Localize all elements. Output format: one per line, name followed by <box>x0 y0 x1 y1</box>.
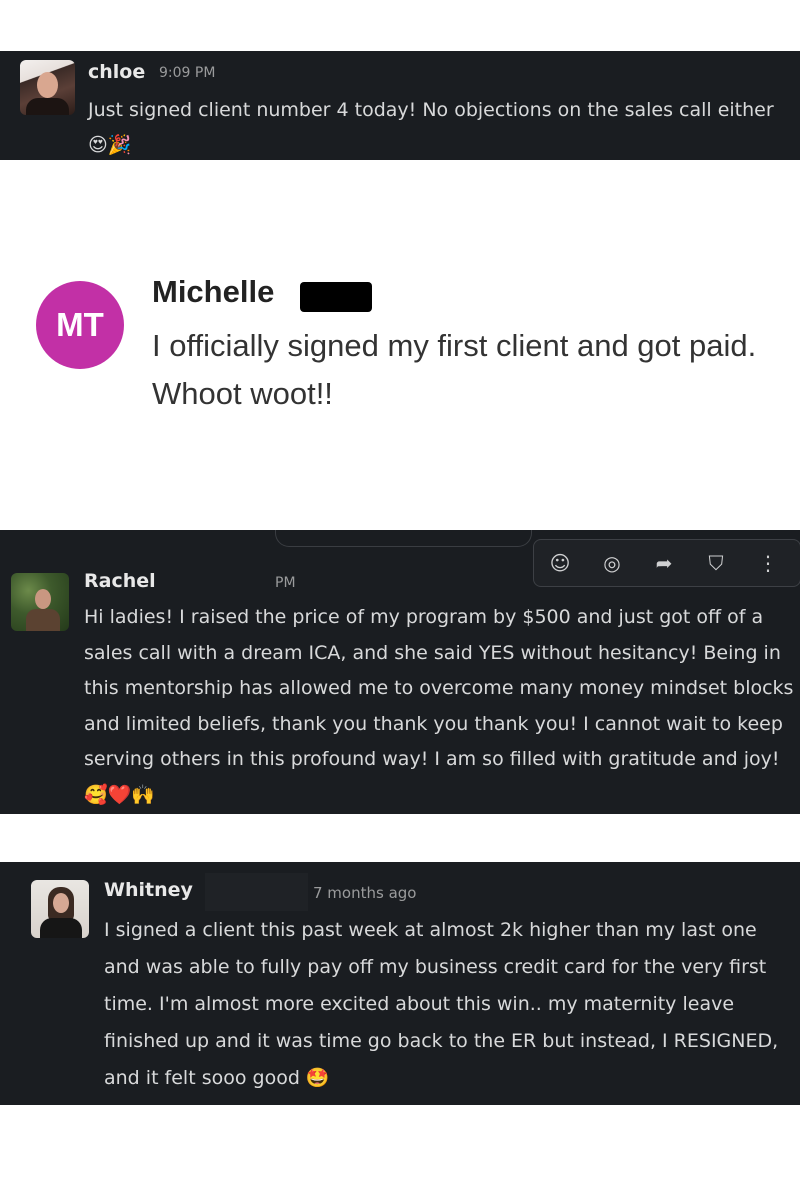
message-text: Hi ladies! I raised the price of my prog… <box>84 606 794 806</box>
avatar-face <box>35 589 51 609</box>
reply-in-thread-icon[interactable]: ◎ <box>600 551 624 575</box>
avatar-face <box>53 893 69 913</box>
message-text: Just signed client number 4 today! No ob… <box>88 99 774 156</box>
avatar-body <box>40 918 82 938</box>
forward-icon[interactable]: ➦ <box>652 551 676 575</box>
avatar[interactable] <box>11 573 69 631</box>
author-name[interactable]: chloe <box>88 61 145 83</box>
message-card-rachel: ☺ ◎ ➦ ⛉ ⋮ Rachel PM Hi ladies! I raised … <box>0 530 800 814</box>
timestamp[interactable]: 9:09 PM <box>159 65 215 81</box>
timestamp[interactable]: PM <box>275 575 296 591</box>
timestamp[interactable]: 7 months ago <box>313 884 416 902</box>
avatar-face <box>37 72 58 98</box>
author-name[interactable]: Whitney <box>104 879 193 901</box>
message-card-whitney: Whitney 7 months ago I signed a client t… <box>0 862 800 1105</box>
redaction-bar <box>300 282 372 312</box>
avatar[interactable] <box>20 60 75 115</box>
bookmark-icon[interactable]: ⛉ <box>704 551 728 575</box>
message-text: I signed a client this past week at almo… <box>104 919 779 1089</box>
message-card-chloe: chloe 9:09 PM Just signed client number … <box>0 51 800 160</box>
avatar-body <box>26 609 60 631</box>
composer-edge <box>275 530 532 547</box>
add-reaction-icon[interactable]: ☺ <box>548 551 572 575</box>
avatar[interactable] <box>31 880 89 938</box>
more-actions-icon[interactable]: ⋮ <box>756 551 780 575</box>
avatar-shirt <box>26 98 69 115</box>
author-name[interactable]: Michelle <box>152 274 274 310</box>
redaction-bar <box>205 873 308 911</box>
message-actions-toolbar: ☺ ◎ ➦ ⛉ ⋮ <box>533 539 800 587</box>
author-name[interactable]: Rachel <box>84 570 156 592</box>
avatar[interactable]: MT <box>36 281 124 369</box>
message-text: I officially signed my first client and … <box>152 328 757 411</box>
message-card-michelle: MT Michelle I officially signed my first… <box>0 260 800 440</box>
